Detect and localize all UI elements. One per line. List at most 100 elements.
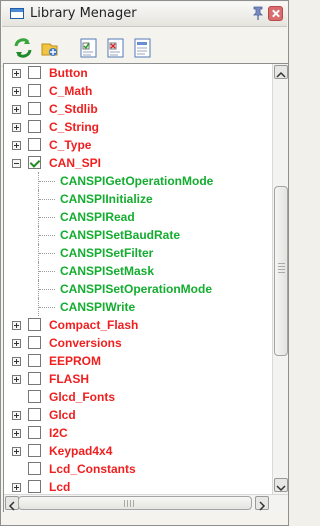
tree-connector-line: [38, 280, 59, 298]
library-label: EEPROM: [49, 354, 102, 368]
tree-connector-line: [38, 226, 59, 244]
library-label: C_Stdlib: [49, 102, 98, 116]
function-label: CANSPIGetOperationMode: [60, 174, 214, 188]
library-label: C_Math: [49, 84, 93, 98]
tree-item[interactable]: EEPROM: [4, 352, 269, 370]
tree-item[interactable]: C_Math: [4, 82, 269, 100]
tree-child-item[interactable]: CANSPISetFilter: [4, 244, 269, 262]
tree-child-item[interactable]: CANSPIWrite: [4, 298, 269, 316]
library-checkbox[interactable]: [28, 408, 41, 421]
tree-item[interactable]: Compact_Flash: [4, 316, 269, 334]
collapse-icon[interactable]: [12, 159, 21, 168]
chevron-down-icon: [276, 485, 286, 492]
library-checkbox[interactable]: [28, 426, 41, 439]
expand-icon[interactable]: [12, 69, 21, 78]
tree-item[interactable]: CAN_SPI: [4, 154, 269, 172]
expand-icon[interactable]: [12, 411, 21, 420]
panel-title: Library Menager: [30, 6, 137, 21]
tree-child-item[interactable]: CANSPIInitialize: [4, 190, 269, 208]
scroll-grip-line: [124, 500, 125, 507]
library-checkbox[interactable]: [28, 462, 41, 475]
library-checkbox[interactable]: [28, 336, 41, 349]
library-tree: Button C_Math C_Stdlib C_String C_Type CAN_SP…: [3, 63, 288, 512]
expand-icon[interactable]: [12, 447, 21, 456]
chevron-up-icon: [276, 71, 286, 78]
expand-icon[interactable]: [12, 87, 21, 96]
scroll-left-button[interactable]: [5, 496, 19, 511]
tree-child-item[interactable]: CANSPIRead: [4, 208, 269, 226]
library-checkbox[interactable]: [28, 390, 41, 403]
expand-icon[interactable]: [12, 483, 21, 492]
tree-connector-line: [38, 244, 59, 262]
library-checkbox[interactable]: [28, 120, 41, 133]
library-checkbox[interactable]: [28, 102, 41, 115]
vertical-scroll-thumb[interactable]: [274, 186, 288, 356]
scroll-up-button[interactable]: [274, 65, 288, 79]
tree-item[interactable]: Button: [4, 64, 269, 82]
expand-icon[interactable]: [12, 105, 21, 114]
close-icon[interactable]: [268, 6, 283, 21]
library-checkbox[interactable]: [28, 138, 41, 151]
tree-child-item[interactable]: CANSPIGetOperationMode: [4, 172, 269, 190]
tree-item[interactable]: Conversions: [4, 334, 269, 352]
tree-item[interactable]: Keypad4x4: [4, 442, 269, 460]
settings-icon[interactable]: [132, 37, 154, 59]
tree-child-item[interactable]: CANSPISetBaudRate: [4, 226, 269, 244]
expand-icon[interactable]: [12, 123, 21, 132]
vertical-scrollbar[interactable]: [272, 64, 288, 494]
library-manager-panel: Library Menager Button C_Math C_Stdlib C…: [0, 0, 289, 526]
scroll-grip-line: [130, 500, 131, 507]
tree-connector-line: [38, 298, 59, 316]
tree-item[interactable]: C_String: [4, 118, 269, 136]
tree-child-item[interactable]: CANSPISetMask: [4, 262, 269, 280]
library-checkbox[interactable]: [28, 318, 41, 331]
library-checkbox[interactable]: [28, 66, 41, 79]
library-checkbox[interactable]: [28, 444, 41, 457]
tree-item[interactable]: I2C: [4, 424, 269, 442]
tree-item[interactable]: C_Stdlib: [4, 100, 269, 118]
tree-connector-line: [38, 208, 59, 226]
library-label: Compact_Flash: [49, 318, 139, 332]
tree-item[interactable]: Glcd: [4, 406, 269, 424]
tree-item[interactable]: Lcd_Constants: [4, 460, 269, 478]
pin-icon[interactable]: [252, 6, 264, 20]
library-label: Glcd_Fonts: [49, 390, 116, 404]
library-checkbox[interactable]: [28, 354, 41, 367]
library-label: Conversions: [49, 336, 122, 350]
library-icon[interactable]: [38, 37, 60, 59]
tree-item[interactable]: FLASH: [4, 370, 269, 388]
scroll-right-button[interactable]: [255, 496, 269, 511]
horizontal-scrollbar[interactable]: [4, 494, 288, 512]
expand-icon[interactable]: [12, 321, 21, 330]
tree-connector-line: [38, 190, 59, 208]
library-label: Button: [49, 66, 88, 80]
scroll-down-button[interactable]: [274, 478, 288, 492]
function-label: CANSPISetBaudRate: [60, 228, 181, 242]
chevron-right-icon: [259, 501, 266, 511]
tree-child-item[interactable]: CANSPISetOperationMode: [4, 280, 269, 298]
toolbar: [2, 27, 287, 67]
refresh-icon[interactable]: [12, 37, 34, 59]
tree-item[interactable]: C_Type: [4, 136, 269, 154]
check-all-icon[interactable]: [78, 37, 100, 59]
library-label: FLASH: [49, 372, 89, 386]
library-label: Glcd: [49, 408, 76, 422]
tree-connector-line: [38, 262, 59, 280]
horizontal-scroll-thumb[interactable]: [18, 496, 252, 510]
library-label: C_Type: [49, 138, 92, 152]
expand-icon[interactable]: [12, 375, 21, 384]
tree-item[interactable]: Glcd_Fonts: [4, 388, 269, 406]
expand-icon[interactable]: [12, 429, 21, 438]
expand-icon[interactable]: [12, 141, 21, 150]
scroll-grip-line: [133, 500, 134, 507]
function-label: CANSPIWrite: [60, 300, 136, 314]
library-checkbox[interactable]: [28, 372, 41, 385]
library-checkbox[interactable]: [28, 156, 41, 169]
expand-icon[interactable]: [12, 357, 21, 366]
tree-connector-line: [38, 172, 59, 190]
library-label: Keypad4x4: [49, 444, 113, 458]
library-checkbox[interactable]: [28, 480, 41, 493]
expand-icon[interactable]: [12, 339, 21, 348]
uncheck-all-icon[interactable]: [105, 37, 127, 59]
library-checkbox[interactable]: [28, 84, 41, 97]
